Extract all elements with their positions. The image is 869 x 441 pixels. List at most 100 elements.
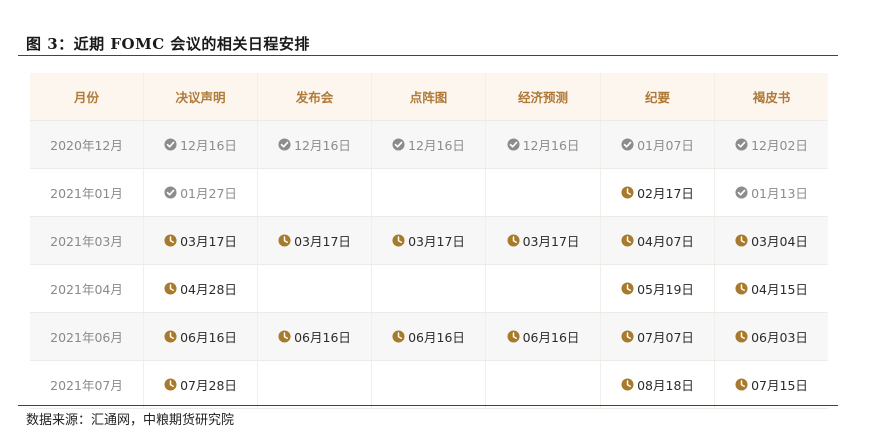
- clock-icon: [164, 281, 177, 295]
- table-row: 2021年06月 06月16日 06月16日 06月16日 06月16日 07月07日 06…: [30, 312, 828, 361]
- header-dot-plot: 点阵图: [371, 73, 486, 121]
- month-cell: 2020年12月: [30, 120, 144, 169]
- date-text: 12月16日: [408, 137, 465, 153]
- date-text: 01月13日: [751, 185, 808, 201]
- check-circle-icon: [164, 137, 177, 151]
- header-minutes: 纪要: [600, 73, 715, 121]
- check-circle-icon: [735, 137, 748, 151]
- schedule-cell: 06月16日: [485, 312, 601, 361]
- schedule-cell: 12月02日: [714, 120, 828, 169]
- schedule-cell: 04月07日: [600, 216, 715, 265]
- upcoming-date: 04月15日: [735, 279, 808, 298]
- date-text: 07月15日: [751, 377, 808, 393]
- schedule-cell: [257, 264, 372, 313]
- date-text: 03月17日: [408, 233, 465, 249]
- upcoming-date: 04月07日: [621, 231, 694, 250]
- clock-icon: [735, 281, 748, 295]
- table-row: 2021年03月 03月17日 03月17日 03月17日 03月17日 04月07日 03…: [30, 216, 828, 265]
- date-text: 01月07日: [637, 137, 694, 153]
- schedule-cell: 06月16日: [143, 312, 258, 361]
- date-text: 01月27日: [180, 185, 237, 201]
- schedule-cell: 01月13日: [714, 168, 828, 217]
- schedule-cell: [371, 264, 486, 313]
- schedule-cell: 01月07日: [600, 120, 715, 169]
- schedule-cell: 12月16日: [485, 120, 601, 169]
- schedule-cell: 06月16日: [257, 312, 372, 361]
- check-circle-icon: [392, 137, 405, 151]
- date-text: 06月16日: [294, 329, 351, 345]
- schedule-cell: 12月16日: [257, 120, 372, 169]
- clock-icon: [164, 233, 177, 247]
- upcoming-date: 05月19日: [621, 279, 694, 298]
- schedule-cell: [485, 168, 601, 217]
- completed-date: 01月13日: [735, 183, 808, 202]
- month-cell: 2021年03月: [30, 216, 144, 265]
- header-month: 月份: [30, 73, 144, 121]
- date-text: 12月16日: [294, 137, 351, 153]
- schedule-cell: 03月17日: [485, 216, 601, 265]
- schedule-cell: [371, 168, 486, 217]
- upcoming-date: 06月16日: [278, 327, 351, 346]
- completed-date: 12月16日: [164, 135, 237, 154]
- header-press-conference: 发布会: [257, 73, 372, 121]
- data-source-note: 数据来源：汇通网，中粮期货研究院: [26, 413, 235, 428]
- clock-icon: [621, 377, 634, 391]
- date-text: 06月16日: [408, 329, 465, 345]
- upcoming-date: 07月15日: [735, 375, 808, 394]
- clock-icon: [507, 233, 520, 247]
- upcoming-date: 02月17日: [621, 183, 694, 202]
- clock-icon: [164, 377, 177, 391]
- schedule-cell: 07月15日: [714, 360, 828, 409]
- schedule-cell: 05月19日: [600, 264, 715, 313]
- date-text: 02月17日: [637, 185, 694, 201]
- clock-icon: [735, 233, 748, 247]
- source-divider: [18, 405, 838, 406]
- table-row: 2020年12月 12月16日 12月16日 12月16日 12月16日 01月07日 12…: [30, 120, 828, 169]
- upcoming-date: 04月28日: [164, 279, 237, 298]
- date-text: 03月17日: [180, 233, 237, 249]
- date-text: 12月16日: [522, 137, 580, 153]
- header-statement: 决议声明: [143, 73, 258, 121]
- table-body: 2020年12月 12月16日 12月16日 12月16日 12月16日 01月07日 12…: [30, 120, 828, 409]
- clock-icon: [507, 329, 520, 343]
- completed-date: 01月27日: [164, 183, 237, 202]
- date-text: 03月17日: [294, 233, 351, 249]
- figure-title: 图 3：近期 FOMC 会议的相关日程安排: [26, 35, 310, 53]
- schedule-cell: 06月16日: [371, 312, 486, 361]
- month-cell: 2021年07月: [30, 360, 144, 409]
- month-cell: 2021年06月: [30, 312, 144, 361]
- completed-date: 12月16日: [392, 135, 465, 154]
- table-row: 2021年01月 01月27日 02月17日 01月13日: [30, 168, 828, 217]
- date-text: 03月04日: [751, 233, 808, 249]
- date-text: 06月03日: [751, 329, 808, 345]
- check-circle-icon: [278, 137, 291, 151]
- schedule-cell: 04月15日: [714, 264, 828, 313]
- date-text: 12月16日: [180, 137, 237, 153]
- upcoming-date: 03月17日: [507, 231, 579, 250]
- schedule-cell: 12月16日: [371, 120, 486, 169]
- check-circle-icon: [621, 137, 634, 151]
- schedule-cell: 01月27日: [143, 168, 258, 217]
- upcoming-date: 03月17日: [392, 231, 465, 250]
- upcoming-date: 07月07日: [621, 327, 694, 346]
- completed-date: 12月02日: [735, 135, 808, 154]
- upcoming-date: 08月18日: [621, 375, 694, 394]
- fomc-schedule-table: 月份 决议声明 发布会 点阵图 经济预测 纪要 褐皮书 2020年12月 12月1…: [30, 73, 828, 409]
- header-beige-book: 褐皮书: [714, 73, 828, 121]
- clock-icon: [278, 233, 291, 247]
- upcoming-date: 03月17日: [278, 231, 351, 250]
- schedule-cell: 07月07日: [600, 312, 715, 361]
- schedule-cell: [257, 360, 372, 409]
- clock-icon: [278, 329, 291, 343]
- date-text: 04月15日: [751, 281, 808, 297]
- schedule-cell: 03月17日: [371, 216, 486, 265]
- schedule-cell: 06月03日: [714, 312, 828, 361]
- completed-date: 12月16日: [278, 135, 351, 154]
- completed-date: 12月16日: [507, 135, 580, 154]
- clock-icon: [735, 329, 748, 343]
- clock-icon: [621, 233, 634, 247]
- schedule-cell: 03月17日: [257, 216, 372, 265]
- date-text: 12月02日: [751, 137, 808, 153]
- clock-icon: [164, 329, 177, 343]
- clock-icon: [735, 377, 748, 391]
